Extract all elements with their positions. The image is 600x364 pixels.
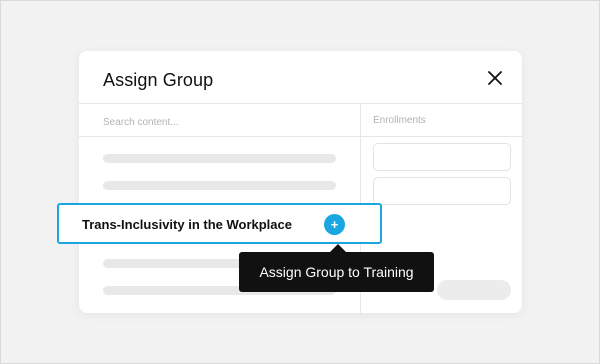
close-button[interactable] — [486, 69, 504, 87]
assign-tooltip: Assign Group to Training — [239, 252, 434, 292]
content-placeholder-row — [103, 181, 336, 190]
enrollment-field[interactable] — [373, 177, 511, 205]
modal-title: Assign Group — [103, 70, 214, 90]
screen-frame: Assign Group Enrollments Trans-Inclusivi… — [0, 0, 600, 364]
search-content-input[interactable] — [103, 113, 333, 131]
modal-header: Assign Group — [79, 51, 522, 104]
enrollment-field[interactable] — [373, 143, 511, 171]
plus-icon: + — [330, 217, 339, 232]
header-row-divider — [79, 136, 522, 137]
content-list-item-highlighted[interactable]: Trans-Inclusivity in the Workplace + — [57, 203, 382, 244]
action-button-placeholder[interactable] — [437, 280, 511, 300]
content-placeholder-row — [103, 154, 336, 163]
content-placeholder-row — [103, 259, 243, 268]
content-item-title: Trans-Inclusivity in the Workplace — [82, 217, 292, 232]
close-icon — [488, 71, 502, 85]
enrollments-header: Enrollments — [373, 115, 426, 126]
tooltip-arrow — [330, 244, 346, 252]
assign-add-button[interactable]: + — [324, 214, 345, 235]
